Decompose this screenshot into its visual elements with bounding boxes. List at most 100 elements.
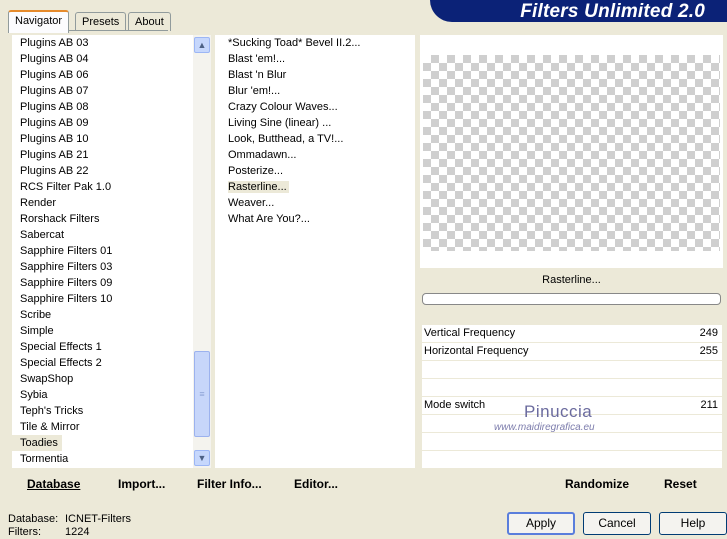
filter-item[interactable]: Living Sine (linear) ... bbox=[215, 115, 415, 131]
reset-button[interactable]: Reset bbox=[664, 477, 697, 491]
parameter-row[interactable] bbox=[422, 379, 722, 396]
current-filter-name: Rasterline... bbox=[542, 274, 601, 286]
app-title: Filters Unlimited 2.0 bbox=[520, 1, 705, 22]
editor-button[interactable]: Editor... bbox=[294, 477, 338, 491]
filter-item-label: Rasterline... bbox=[228, 181, 289, 193]
category-list[interactable]: Plugins AB 03 Plugins AB 04 Plugins AB 06 P… bbox=[12, 35, 193, 468]
parameter-row[interactable]: Horizontal Frequency 255 bbox=[422, 343, 722, 360]
filter-item[interactable]: *Sucking Toad* Bevel II.2... bbox=[215, 35, 415, 51]
randomize-button[interactable]: Randomize bbox=[565, 477, 629, 491]
filter-item[interactable]: Blur 'em!... bbox=[215, 83, 415, 99]
category-item[interactable]: Special Effects 2 bbox=[12, 355, 193, 371]
parameter-row[interactable] bbox=[422, 361, 722, 378]
filter-list[interactable]: *Sucking Toad* Bevel II.2... Blast 'em!..… bbox=[215, 35, 415, 227]
filter-item-label: Blur 'em!... bbox=[228, 85, 281, 97]
scroll-thumb[interactable]: ≡ bbox=[194, 351, 210, 437]
parameter-value: 211 bbox=[700, 399, 718, 411]
filter-item[interactable]: Weaver... bbox=[215, 195, 415, 211]
parameter-label: Vertical Frequency bbox=[424, 327, 516, 339]
database-label: Database: bbox=[8, 513, 59, 525]
category-item[interactable]: Render bbox=[12, 195, 193, 211]
category-item[interactable]: Sapphire Filters 01 bbox=[12, 243, 193, 259]
category-item[interactable]: Tormentia bbox=[12, 451, 193, 467]
filter-item-label: Weaver... bbox=[228, 197, 275, 209]
filter-item[interactable]: Ommadawn... bbox=[215, 147, 415, 163]
category-item[interactable]: Plugins AB 22 bbox=[12, 163, 193, 179]
watermark-url: www.maidiregrafica.eu bbox=[494, 422, 595, 433]
scroll-down-button[interactable]: ▼ bbox=[194, 450, 210, 466]
category-item[interactable]: Special Effects 1 bbox=[12, 339, 193, 355]
database-value: ICNET-Filters bbox=[65, 513, 131, 525]
filter-item[interactable]: Blast 'em!... bbox=[215, 51, 415, 67]
category-item[interactable]: Scribe bbox=[12, 307, 193, 323]
category-item[interactable]: Simple bbox=[12, 323, 193, 339]
filter-item-label: Look, Butthead, a TV!... bbox=[228, 133, 344, 145]
parameter-row[interactable]: Vertical Frequency 249 bbox=[422, 325, 722, 342]
filters-count: 1224 bbox=[65, 526, 90, 538]
filter-item-label: Blast 'em!... bbox=[228, 53, 286, 65]
category-item[interactable]: Plugins AB 10 bbox=[12, 131, 193, 147]
filter-item[interactable]: Look, Butthead, a TV!... bbox=[215, 131, 415, 147]
category-item[interactable]: Plugins AB 08 bbox=[12, 99, 193, 115]
category-item[interactable]: Plugins AB 03 bbox=[12, 35, 193, 51]
filter-item-label: Ommadawn... bbox=[228, 149, 297, 161]
category-item[interactable]: Sapphire Filters 03 bbox=[12, 259, 193, 275]
category-item[interactable]: RCS Filter Pak 1.0 bbox=[12, 179, 193, 195]
parameter-row[interactable] bbox=[422, 451, 722, 468]
filter-item[interactable]: Posterize... bbox=[215, 163, 415, 179]
category-item[interactable]: Plugins AB 09 bbox=[12, 115, 193, 131]
import-button[interactable]: Import... bbox=[118, 477, 165, 491]
tab-about[interactable]: About bbox=[128, 12, 171, 31]
filters-label: Filters: bbox=[8, 526, 41, 538]
filter-item[interactable]: Crazy Colour Waves... bbox=[215, 99, 415, 115]
preview-panel bbox=[420, 35, 723, 268]
filter-item-label: Crazy Colour Waves... bbox=[228, 101, 338, 113]
tab-presets[interactable]: Presets bbox=[75, 12, 127, 31]
category-item[interactable]: Plugins AB 07 bbox=[12, 83, 193, 99]
parameter-label: Horizontal Frequency bbox=[424, 345, 529, 357]
category-scrollbar[interactable]: ▲ ≡ ▼ bbox=[193, 35, 211, 468]
category-item[interactable]: Teph's Tricks bbox=[12, 403, 193, 419]
category-list-panel: Plugins AB 03 Plugins AB 04 Plugins AB 06 P… bbox=[12, 35, 211, 468]
category-item[interactable]: Sybia bbox=[12, 387, 193, 403]
filter-item[interactable]: Blast 'n Blur bbox=[215, 67, 415, 83]
scroll-up-button[interactable]: ▲ bbox=[194, 37, 210, 53]
parameter-label: Mode switch bbox=[424, 399, 486, 411]
filter-item-label: *Sucking Toad* Bevel II.2... bbox=[228, 37, 361, 49]
filter-item-label: Blast 'n Blur bbox=[228, 69, 287, 81]
progress-bar bbox=[422, 293, 721, 305]
category-item[interactable]: SwapShop bbox=[12, 371, 193, 387]
category-item[interactable]: Tile & Mirror bbox=[12, 419, 193, 435]
category-item[interactable]: Toadies bbox=[12, 435, 62, 451]
filter-item-label: What Are You?... bbox=[228, 213, 310, 225]
watermark-text: Pinuccia bbox=[524, 402, 593, 421]
navigator-button-bar: Database Import... Filter Info... Editor… bbox=[12, 470, 416, 498]
category-item[interactable]: Sapphire Filters 10 bbox=[12, 291, 193, 307]
category-item[interactable]: Plugins AB 04 bbox=[12, 51, 193, 67]
parameter-value: 255 bbox=[699, 345, 718, 357]
filter-list-panel: *Sucking Toad* Bevel II.2... Blast 'em!..… bbox=[215, 35, 415, 468]
category-item[interactable]: Rorshack Filters bbox=[12, 211, 193, 227]
category-item[interactable]: Sabercat bbox=[12, 227, 193, 243]
category-item[interactable]: Plugins AB 06 bbox=[12, 67, 193, 83]
parameter-value: 249 bbox=[699, 327, 718, 339]
preview-image bbox=[423, 55, 720, 251]
filter-info-button[interactable]: Filter Info... bbox=[197, 477, 262, 491]
category-item[interactable]: Plugins AB 21 bbox=[12, 147, 193, 163]
parameter-list: Vertical Frequency 249 Horizontal Frequenc… bbox=[422, 325, 722, 469]
filter-item[interactable]: Rasterline... bbox=[215, 179, 415, 195]
help-button[interactable]: Help bbox=[659, 512, 727, 535]
database-info: Database: ICNET-Filters Filters: 1224 bbox=[8, 513, 131, 539]
tab-navigator[interactable]: Navigator bbox=[8, 10, 70, 33]
preset-button-bar: Randomize Reset bbox=[420, 470, 723, 498]
cancel-button[interactable]: Cancel bbox=[583, 512, 651, 535]
filter-item[interactable]: What Are You?... bbox=[215, 211, 415, 227]
app-header: Filters Unlimited 2.0 bbox=[430, 0, 727, 22]
category-item[interactable]: Sapphire Filters 09 bbox=[12, 275, 193, 291]
parameter-row[interactable] bbox=[422, 433, 722, 450]
filter-item-label: Living Sine (linear) ... bbox=[228, 117, 332, 129]
apply-button[interactable]: Apply bbox=[507, 512, 575, 535]
filter-item-label: Posterize... bbox=[228, 165, 284, 177]
database-button-label: Database bbox=[27, 477, 81, 491]
database-button[interactable]: Database bbox=[27, 477, 80, 491]
